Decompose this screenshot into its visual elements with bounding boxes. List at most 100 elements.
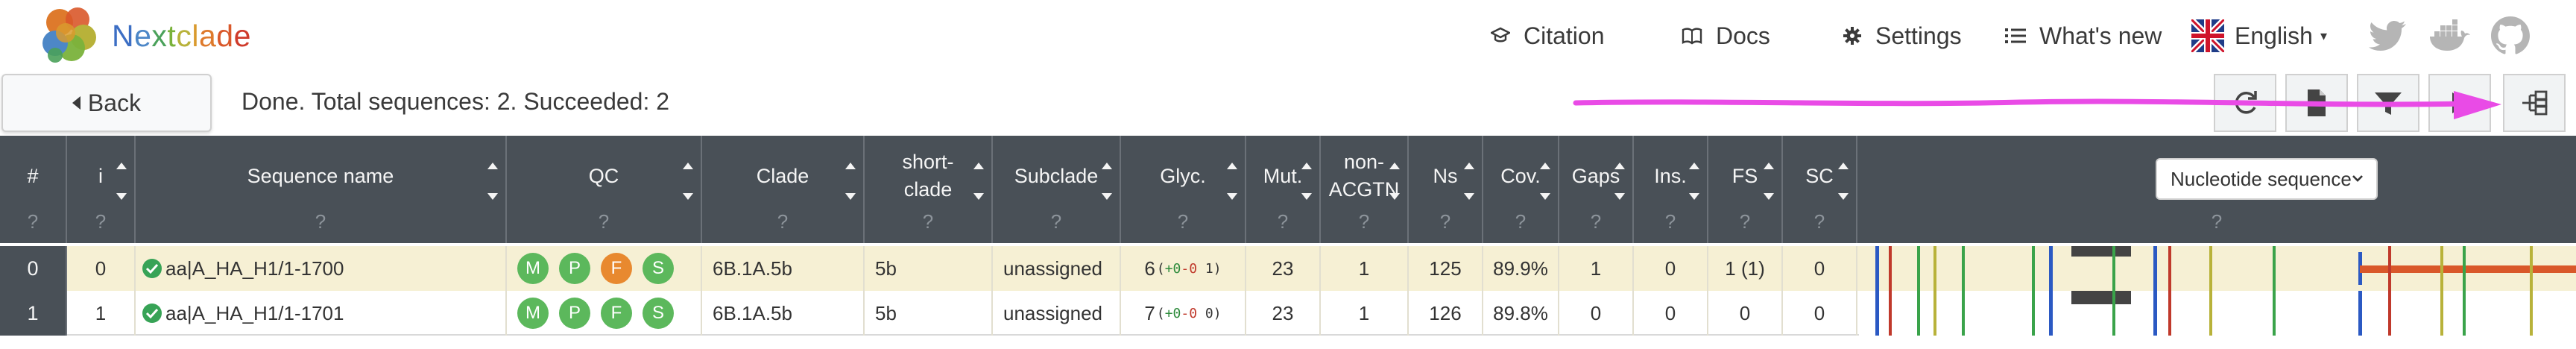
nav-whats-new[interactable]: What's new [2005, 18, 2162, 54]
col-header-glyc[interactable]: Glyc. ? [1121, 136, 1246, 243]
col-header-i[interactable]: i ? [67, 136, 136, 243]
brand[interactable]: Nextclade [39, 4, 251, 67]
help-icon[interactable]: ? [865, 210, 991, 233]
sort-icon[interactable] [1614, 163, 1625, 200]
cell-cov[interactable]: 89.9% [1483, 246, 1559, 291]
sort-icon[interactable] [973, 163, 984, 200]
help-icon[interactable]: ? [67, 210, 134, 233]
github-icon[interactable] [2488, 13, 2533, 58]
help-icon[interactable]: ? [1634, 210, 1707, 233]
sort-icon[interactable] [1764, 163, 1774, 200]
docker-icon[interactable] [2427, 13, 2472, 58]
table-row[interactable]: 1 1 aa|A_HA_H1/1-1701 M P F S 6B.1A.5b 5… [0, 291, 2576, 336]
nav-docs[interactable]: Docs [1682, 18, 1770, 54]
help-icon[interactable]: ? [136, 210, 505, 233]
cell-glyc[interactable]: 6 (+0-0 1) [1121, 246, 1246, 291]
cell-ins[interactable]: 0 [1634, 291, 1708, 336]
twitter-icon[interactable] [2366, 13, 2411, 58]
help-icon[interactable]: ? [1121, 210, 1245, 233]
qc-badge-private-mutations[interactable]: P [559, 253, 590, 284]
help-icon[interactable]: ? [1857, 210, 2576, 233]
sort-icon[interactable] [1838, 163, 1849, 200]
cell-mut[interactable]: 23 [1246, 291, 1321, 336]
sort-icon[interactable] [845, 163, 856, 200]
qc-badge-private-mutations[interactable]: P [559, 298, 590, 329]
cell-qc[interactable]: M P F S [507, 246, 702, 291]
sort-icon[interactable] [1227, 163, 1237, 200]
col-header-fs[interactable]: FS ? [1708, 136, 1783, 243]
col-header-ns[interactable]: Ns ? [1409, 136, 1483, 243]
export-button[interactable] [2285, 74, 2348, 132]
col-header-gaps[interactable]: Gaps ? [1559, 136, 1634, 243]
nav-citation[interactable]: Citation [1491, 18, 1605, 54]
qc-badge-stop-codons[interactable]: S [643, 253, 674, 284]
cell-clade: 6B.1A.5b [702, 291, 865, 336]
qc-badge-mixed-sites[interactable]: M [517, 253, 549, 284]
col-header-short-clade[interactable]: short- clade ? [865, 136, 993, 243]
cell-sequence-name[interactable]: aa|A_HA_H1/1-1701 [136, 291, 507, 336]
help-icon[interactable]: ? [507, 210, 701, 233]
sort-icon[interactable] [116, 163, 127, 200]
sequence-view-row[interactable] [1859, 291, 2576, 336]
help-icon[interactable]: ? [1409, 210, 1482, 233]
cell-glyc[interactable]: 7 (+0-0 0) [1121, 291, 1246, 336]
help-icon[interactable]: ? [1246, 210, 1319, 233]
sequence-view-select[interactable]: Nucleotide sequence [2156, 158, 2378, 200]
back-button[interactable]: Back [1, 74, 212, 132]
nav-settings[interactable]: Settings [1843, 18, 1962, 54]
col-header-cov[interactable]: Cov. ? [1483, 136, 1559, 243]
help-icon[interactable]: ? [702, 210, 863, 233]
cell-subclade: unassigned [993, 246, 1121, 291]
cell-cov[interactable]: 89.8% [1483, 291, 1559, 336]
sort-icon[interactable] [1464, 163, 1474, 200]
filter-button[interactable] [2357, 74, 2419, 132]
cell-ns[interactable]: 126 [1409, 291, 1483, 336]
help-icon[interactable]: ? [993, 210, 1120, 233]
col-header-mut[interactable]: Mut. ? [1246, 136, 1321, 243]
help-icon[interactable]: ? [1708, 210, 1781, 233]
cell-fs[interactable]: 0 [1708, 291, 1783, 336]
table-row[interactable]: 0 0 aa|A_HA_H1/1-1700 M P F S 6B.1A.5b 5… [0, 246, 2576, 291]
sort-icon[interactable] [683, 163, 693, 200]
col-header-qc[interactable]: QC ? [507, 136, 702, 243]
help-icon[interactable]: ? [1483, 210, 1558, 233]
cell-ins[interactable]: 0 [1634, 246, 1708, 291]
col-header-clade[interactable]: Clade ? [702, 136, 865, 243]
cell-mut[interactable]: 23 [1246, 246, 1321, 291]
cell-non-acgtn[interactable]: 1 [1321, 246, 1409, 291]
help-icon[interactable]: ? [1321, 210, 1407, 233]
sort-icon[interactable] [1540, 163, 1550, 200]
sort-icon[interactable] [1301, 163, 1312, 200]
results-table-header: # ? i ? Sequence name ? QC ? Clade ? sho… [0, 136, 2576, 243]
cell-fs[interactable]: 1 (1) [1708, 246, 1783, 291]
cell-non-acgtn[interactable]: 1 [1321, 291, 1409, 336]
cell-sequence-name[interactable]: aa|A_HA_H1/1-1700 [136, 246, 507, 291]
help-icon[interactable]: ? [1559, 210, 1632, 233]
sort-icon[interactable] [1689, 163, 1699, 200]
cell-gaps[interactable]: 0 [1559, 291, 1634, 336]
help-icon[interactable]: ? [0, 210, 66, 233]
col-header-non-acgtn[interactable]: non- ACGTN ? [1321, 136, 1409, 243]
sort-icon[interactable] [1389, 163, 1400, 200]
cell-sc[interactable]: 0 [1783, 291, 1857, 336]
qc-badge-frame-shifts[interactable]: F [601, 298, 632, 329]
rerun-button[interactable] [2214, 74, 2276, 132]
col-header-sc[interactable]: SC ? [1783, 136, 1857, 243]
sort-icon[interactable] [487, 163, 498, 200]
cell-ns[interactable]: 125 [1409, 246, 1483, 291]
help-icon[interactable]: ? [1783, 210, 1856, 233]
cell-gaps[interactable]: 1 [1559, 246, 1634, 291]
col-header-subclade[interactable]: Subclade ? [993, 136, 1121, 243]
sequence-view-row[interactable] [1859, 246, 2576, 291]
cell-sc[interactable]: 0 [1783, 246, 1857, 291]
qc-badge-frame-shifts[interactable]: F [601, 253, 632, 284]
dataset-button[interactable] [2503, 74, 2566, 132]
qc-badge-stop-codons[interactable]: S [643, 298, 674, 329]
col-header-sequence-name[interactable]: Sequence name ? [136, 136, 507, 243]
qc-badge-mixed-sites[interactable]: M [517, 298, 549, 329]
tree-view-button[interactable] [2428, 74, 2491, 132]
sort-icon[interactable] [1102, 163, 1112, 200]
language-dropdown[interactable]: English ▾ [2191, 18, 2327, 54]
col-header-ins[interactable]: Ins. ? [1634, 136, 1708, 243]
cell-qc[interactable]: M P F S [507, 291, 702, 336]
